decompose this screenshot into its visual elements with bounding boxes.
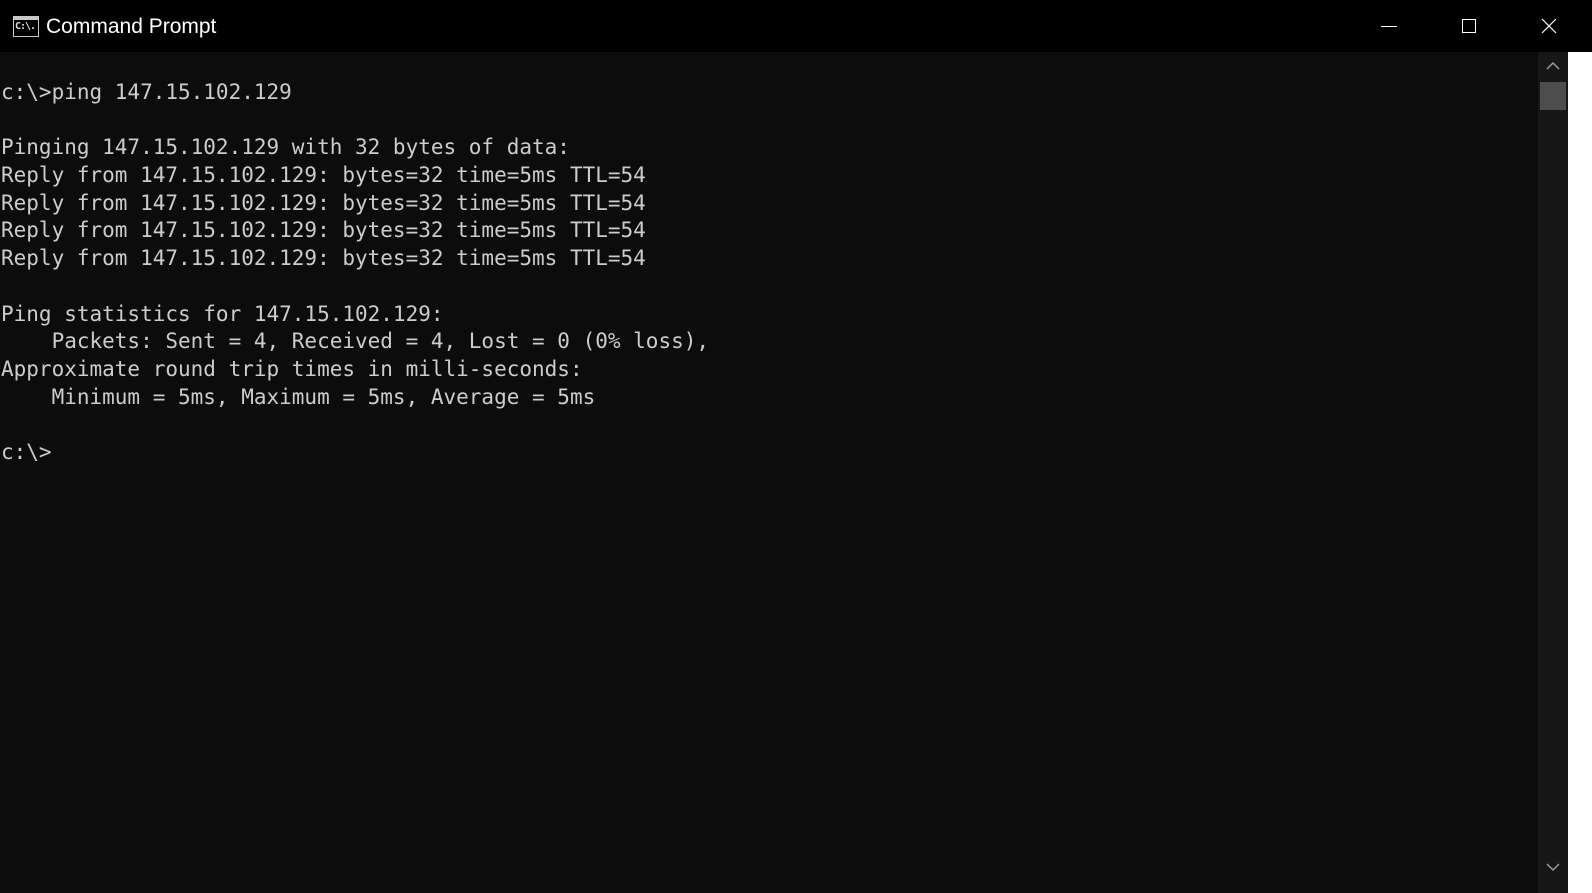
console-line: Reply from 147.15.102.129: bytes=32 time… [1, 218, 646, 243]
console-line: Minimum = 5ms, Maximum = 5ms, Average = … [1, 384, 596, 409]
close-button[interactable] [1509, 0, 1589, 52]
console-text: c:\>ping 147.15.102.129 Pinging 147.15.10… [1, 79, 709, 467]
console-line: Ping statistics for 147.15.102.129: [1, 301, 444, 326]
console-line: Approximate round trip times in milli-se… [1, 356, 583, 381]
chevron-down-icon [1546, 863, 1560, 872]
scroll-down-button[interactable] [1538, 853, 1568, 881]
scroll-up-button[interactable] [1538, 52, 1568, 80]
command-prompt-window: C:\. Command Prompt c:\>ping 147.15.102.… [0, 0, 1592, 893]
cmd-icon[interactable]: C:\. [13, 16, 39, 37]
maximize-icon [1462, 19, 1476, 33]
console-output[interactable]: c:\>ping 147.15.102.129 Pinging 147.15.10… [0, 52, 1538, 893]
cmd-icon-glyph: C:\. [15, 21, 36, 32]
chevron-up-icon [1546, 61, 1560, 70]
close-icon [1541, 18, 1557, 34]
console-line: c:\>ping 147.15.102.129 [1, 80, 292, 104]
console-line: Packets: Sent = 4, Received = 4, Lost = … [1, 329, 710, 354]
console-line: Reply from 147.15.102.129: bytes=32 time… [1, 190, 646, 215]
console-line: c:\> [1, 439, 52, 464]
window-title: Command Prompt [46, 15, 217, 38]
vertical-scrollbar[interactable] [1538, 52, 1568, 893]
cmd-icon-bar [14, 17, 38, 20]
console-line: Pinging 147.15.102.129 with 32 bytes of … [1, 135, 570, 160]
console-line: Reply from 147.15.102.129: bytes=32 time… [1, 163, 646, 188]
console-line: Reply from 147.15.102.129: bytes=32 time… [1, 246, 646, 271]
maximize-button[interactable] [1429, 0, 1509, 52]
title-bar[interactable]: C:\. Command Prompt [0, 0, 1592, 52]
minimize-button[interactable] [1349, 0, 1429, 52]
scroll-thumb[interactable] [1540, 82, 1566, 110]
minimize-icon [1381, 26, 1397, 27]
window-edge [1568, 52, 1592, 893]
